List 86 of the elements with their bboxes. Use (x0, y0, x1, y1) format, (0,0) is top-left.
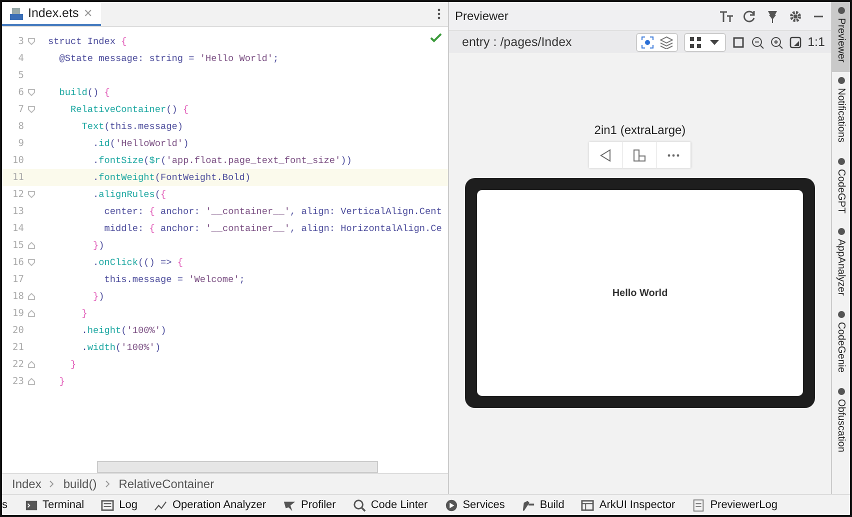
back-button[interactable] (589, 142, 623, 168)
line-number: 11 (12, 172, 24, 183)
chevron-icon (49, 480, 56, 488)
code-line: } (58, 376, 65, 387)
line-number: 10 (12, 155, 24, 166)
settings-icon[interactable] (789, 10, 802, 22)
line-number: 23 (12, 376, 24, 387)
code-line: .id('HelloWorld') (92, 138, 189, 149)
triangle-icon (599, 148, 612, 162)
breadcrumb[interactable]: Index (12, 477, 42, 491)
side-tool-tab[interactable]: Obfuscation (832, 382, 850, 462)
code-line: this.message = 'Welcome'; (103, 274, 245, 285)
rotate-icon (633, 148, 646, 162)
tool-window-button[interactable]: Terminal (16, 498, 94, 512)
line-number: 18 (12, 291, 24, 302)
tool-window-button[interactable]: Code Linter (344, 498, 437, 512)
side-tool-tab[interactable]: CodeGPT (832, 152, 850, 224)
font-size-icon[interactable] (720, 10, 733, 22)
tool-window-button[interactable]: Log (93, 498, 146, 512)
code-line: .fontSize($r('app.float.page_text_font_size')) (92, 155, 352, 166)
line-number: 14 (12, 223, 24, 234)
chevron-icon (104, 480, 111, 488)
line-number: 22 (12, 359, 24, 370)
grid-icon[interactable] (688, 36, 702, 48)
code-line: }) (92, 240, 104, 251)
side-tool-tab[interactable]: Previewer (832, 2, 850, 72)
line-number: 20 (12, 325, 24, 336)
line-number: 19 (12, 308, 24, 319)
crop-icon[interactable] (732, 36, 745, 48)
zoom-label[interactable]: 1:1 (808, 35, 825, 49)
panel-title: Previewer (455, 9, 508, 23)
screen-text[interactable]: Hello World (612, 288, 668, 298)
device-label: 2in1 (extraLarge) (594, 123, 686, 137)
code-line: middle: { anchor: '__container__', align: HorizontalAlign.Ce (103, 223, 442, 234)
layers-icon[interactable] (660, 36, 673, 48)
line-number: 7 (17, 104, 24, 115)
tool-window-button[interactable]: s (2, 499, 16, 511)
rotate-button[interactable] (623, 142, 657, 168)
line-number: 9 (17, 138, 24, 149)
file-icon (10, 6, 23, 20)
code-line: Text(this.message) (80, 121, 184, 132)
line-number: 13 (12, 206, 24, 217)
side-tool-tab[interactable]: AppAnalyzer (832, 223, 850, 306)
code-line: }) (92, 291, 104, 302)
code-line: struct Index { (48, 36, 127, 47)
code-line: build() { (58, 87, 110, 98)
line-number: 12 (12, 189, 24, 200)
breadcrumb[interactable]: build() (63, 477, 97, 491)
side-tool-tab[interactable]: CodeGenie (832, 306, 850, 383)
check-icon (430, 33, 442, 43)
tool-window-button[interactable]: Operation Analyzer (146, 498, 275, 512)
route-label: entry : /pages/Index (462, 35, 572, 49)
line-number: 4 (17, 53, 24, 64)
zoom-out-icon[interactable] (750, 36, 764, 48)
code-line: .alignRules({ (92, 189, 166, 200)
editor-tab[interactable]: Index.ets ✕ (2, 2, 101, 26)
line-number: 6 (17, 87, 24, 98)
line-number: 16 (12, 257, 24, 268)
code-line: } (70, 359, 76, 370)
more-icon[interactable] (437, 8, 441, 20)
line-number: 8 (17, 121, 24, 132)
line-number: 17 (12, 274, 24, 285)
side-tool-tab[interactable]: Notifications (832, 72, 850, 153)
zoom-in-icon[interactable] (770, 36, 783, 48)
tool-window-button[interactable]: PreviewerLog (684, 498, 786, 512)
code-line: .onClick(() => { (92, 257, 184, 268)
tool-window-button[interactable]: Build (514, 498, 574, 512)
refresh-icon[interactable] (743, 10, 756, 22)
code-line: .height('100%') (80, 325, 166, 336)
eye-icon[interactable] (640, 36, 654, 48)
tool-window-button[interactable]: ArkUI Inspector (573, 498, 684, 512)
code-line: .width('100%') (80, 342, 161, 353)
line-number: 3 (17, 36, 24, 47)
fit-icon[interactable] (788, 36, 802, 48)
tool-window-button[interactable]: Profiler (275, 498, 345, 512)
code-line: } (80, 308, 88, 319)
code-line: center: { anchor: '__container__', align: VerticalAlign.Cent (103, 206, 442, 217)
line-number: 21 (12, 342, 24, 353)
breadcrumb[interactable]: RelativeContainer (118, 477, 214, 491)
code-line: @State message: string = 'Hello World'; (58, 53, 279, 64)
tool-window-button[interactable]: Services (436, 498, 514, 512)
line-number: 15 (12, 240, 24, 251)
code-line: RelativeContainer() { (70, 104, 189, 115)
scrollbar[interactable] (97, 461, 378, 473)
line-number: 5 (17, 70, 24, 81)
code-line: .fontWeight(FontWeight.Bold) (92, 172, 251, 183)
